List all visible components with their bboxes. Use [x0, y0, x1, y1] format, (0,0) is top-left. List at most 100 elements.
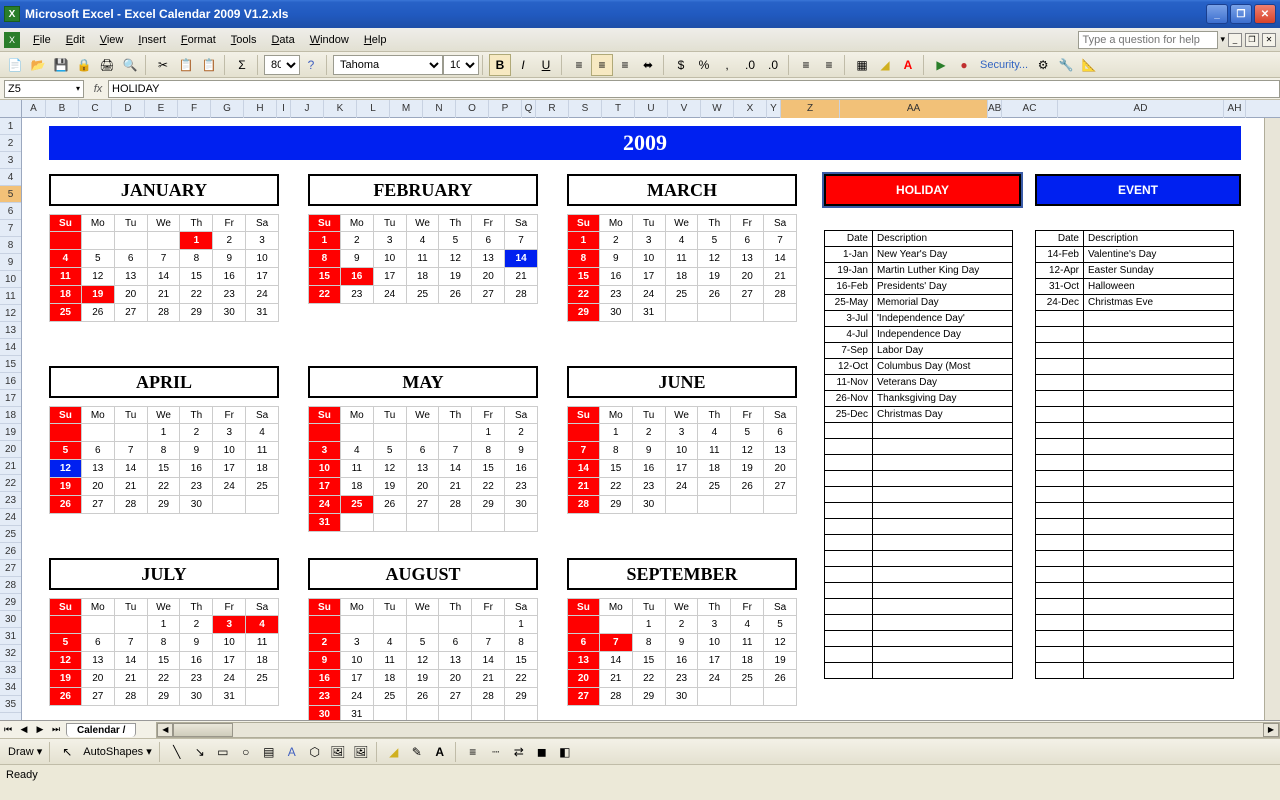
help-button[interactable]: ? [300, 54, 322, 76]
day-cell[interactable]: 7 [148, 250, 181, 268]
day-cell[interactable] [374, 706, 407, 720]
day-cell[interactable]: 12 [764, 634, 797, 652]
day-cell[interactable]: 11 [374, 652, 407, 670]
day-cell[interactable]: 26 [82, 304, 115, 322]
day-cell[interactable]: 22 [472, 478, 505, 496]
day-cell[interactable]: 13 [472, 250, 505, 268]
day-cell[interactable]: 11 [49, 268, 82, 286]
day-cell[interactable]: 4 [731, 616, 764, 634]
day-cell[interactable]: 23 [213, 286, 246, 304]
menu-tools[interactable]: Tools [224, 32, 264, 48]
day-cell[interactable]: 30 [308, 706, 341, 720]
day-cell[interactable]: 23 [666, 670, 699, 688]
day-cell[interactable]: 21 [567, 478, 600, 496]
day-cell[interactable]: 3 [213, 616, 246, 634]
day-cell[interactable]: 16 [308, 670, 341, 688]
day-cell[interactable] [472, 616, 505, 634]
day-cell[interactable]: 19 [407, 670, 440, 688]
select-objects-button[interactable]: ↖ [56, 741, 78, 763]
day-cell[interactable]: 8 [308, 250, 341, 268]
day-cell[interactable]: 13 [115, 268, 148, 286]
copy-button[interactable]: 📋 [175, 54, 197, 76]
day-cell[interactable]: 23 [308, 688, 341, 706]
day-cell[interactable]: 27 [82, 688, 115, 706]
day-cell[interactable]: 30 [180, 496, 213, 514]
day-cell[interactable]: 26 [374, 496, 407, 514]
day-cell[interactable]: 7 [115, 634, 148, 652]
day-cell[interactable]: 15 [308, 268, 341, 286]
day-cell[interactable]: 4 [374, 634, 407, 652]
day-cell[interactable]: 23 [180, 478, 213, 496]
day-cell[interactable]: 29 [633, 688, 666, 706]
list-row[interactable] [825, 535, 1013, 551]
day-cell[interactable] [439, 706, 472, 720]
day-cell[interactable]: 28 [600, 688, 633, 706]
day-cell[interactable]: 9 [213, 250, 246, 268]
col-header-P[interactable]: P [489, 100, 522, 118]
list-row[interactable]: 1-JanNew Year's Day [825, 247, 1013, 263]
day-cell[interactable]: 10 [246, 250, 279, 268]
day-cell[interactable]: 24 [698, 670, 731, 688]
day-cell[interactable]: 29 [567, 304, 600, 322]
day-cell[interactable]: 11 [246, 442, 279, 460]
day-cell[interactable]: 26 [49, 496, 82, 514]
day-cell[interactable]: 26 [439, 286, 472, 304]
day-cell[interactable]: 8 [180, 250, 213, 268]
worksheet-grid[interactable]: 1234567891011121314151617181920212223242… [0, 100, 1280, 720]
day-cell[interactable]: 4 [246, 424, 279, 442]
print-button[interactable]: 🖨 [96, 54, 118, 76]
list-row[interactable] [825, 583, 1013, 599]
design-mode-button[interactable]: 📐 [1078, 54, 1100, 76]
day-cell[interactable] [374, 424, 407, 442]
day-cell[interactable]: 2 [666, 616, 699, 634]
day-cell[interactable]: 27 [82, 496, 115, 514]
day-cell[interactable]: 27 [764, 478, 797, 496]
day-cell[interactable]: 25 [49, 304, 82, 322]
menu-format[interactable]: Format [174, 32, 223, 48]
list-row[interactable] [825, 455, 1013, 471]
day-cell[interactable]: 3 [698, 616, 731, 634]
tab-first-button[interactable]: ⏮ [0, 722, 16, 738]
day-cell[interactable]: 25 [246, 670, 279, 688]
day-cell[interactable]: 23 [600, 286, 633, 304]
align-right-button[interactable]: ≡ [614, 54, 636, 76]
col-header-AC[interactable]: AC [1002, 100, 1058, 118]
menu-insert[interactable]: Insert [131, 32, 173, 48]
security-link[interactable]: Security... [980, 59, 1028, 71]
day-cell[interactable]: 19 [439, 268, 472, 286]
preview-button[interactable]: 🔍 [119, 54, 141, 76]
day-cell[interactable] [698, 688, 731, 706]
list-row[interactable] [825, 423, 1013, 439]
day-cell[interactable]: 15 [180, 268, 213, 286]
day-cell[interactable]: 5 [439, 232, 472, 250]
row-header-9[interactable]: 9 [0, 254, 21, 271]
day-cell[interactable]: 16 [341, 268, 374, 286]
day-cell[interactable]: 4 [407, 232, 440, 250]
decrease-indent-button[interactable]: ≡ [795, 54, 817, 76]
day-cell[interactable]: 3 [308, 442, 341, 460]
day-cell[interactable]: 26 [731, 478, 764, 496]
row-header-15[interactable]: 15 [0, 356, 21, 373]
day-cell[interactable]: 20 [407, 478, 440, 496]
fill-color-button[interactable]: ◢ [874, 54, 896, 76]
day-cell[interactable]: 17 [213, 652, 246, 670]
row-header-21[interactable]: 21 [0, 458, 21, 475]
day-cell[interactable]: 6 [764, 424, 797, 442]
day-cell[interactable] [764, 688, 797, 706]
day-cell[interactable]: 8 [148, 442, 181, 460]
autoshapes-menu[interactable]: AutoShapes ▾ [79, 745, 156, 758]
day-cell[interactable] [567, 424, 600, 442]
row-header-16[interactable]: 16 [0, 373, 21, 390]
day-cell[interactable] [567, 616, 600, 634]
day-cell[interactable]: 18 [246, 652, 279, 670]
list-row[interactable] [1036, 487, 1234, 503]
row-header-20[interactable]: 20 [0, 441, 21, 458]
day-cell[interactable] [115, 232, 148, 250]
day-cell[interactable]: 21 [600, 670, 633, 688]
day-cell[interactable]: 7 [600, 634, 633, 652]
day-cell[interactable] [308, 616, 341, 634]
day-cell[interactable]: 12 [407, 652, 440, 670]
day-cell[interactable]: 30 [666, 688, 699, 706]
vb-editor-button[interactable]: ⚙ [1032, 54, 1054, 76]
day-cell[interactable]: 5 [49, 634, 82, 652]
